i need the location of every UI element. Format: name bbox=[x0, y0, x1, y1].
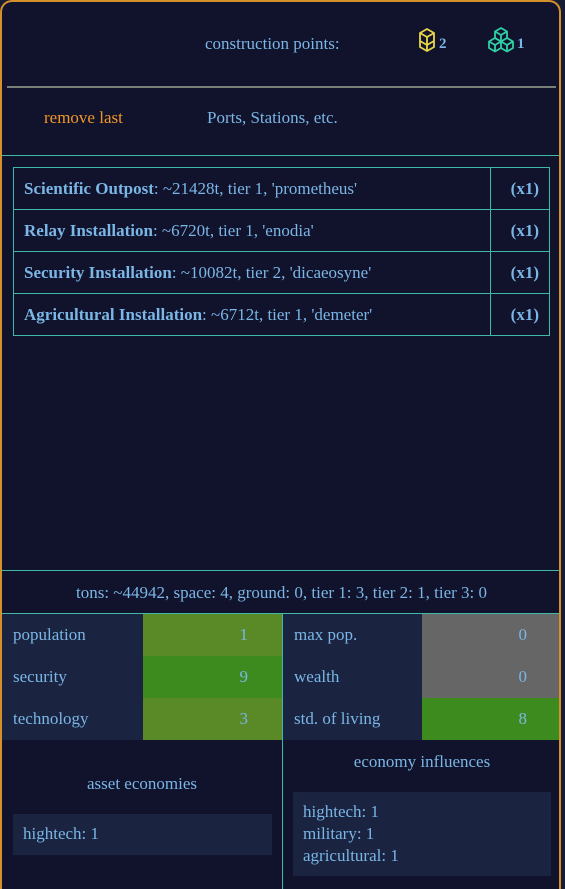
tonnage-summary: tons: ~44942, space: 4, ground: 0, tier … bbox=[2, 572, 559, 614]
stats-grid: population 1 security 9 technology 3 max… bbox=[2, 614, 559, 740]
category-ports-stations-tab[interactable]: Ports, Stations, etc. bbox=[207, 108, 338, 128]
build-row[interactable]: Agricultural Installation: ~6712t, tier … bbox=[13, 293, 550, 336]
list-item: military: 1 bbox=[303, 824, 375, 843]
build-row[interactable]: Relay Installation: ~6720t, tier 1, 'eno… bbox=[13, 209, 550, 252]
build-name: Scientific Outpost bbox=[24, 178, 154, 198]
list-item: agricultural: 1 bbox=[303, 846, 399, 865]
stat-value-technology: 3 bbox=[143, 698, 282, 740]
remove-last-button[interactable]: remove last bbox=[44, 108, 123, 128]
construction-points-label: construction points: bbox=[205, 34, 340, 53]
stat-value-security: 9 bbox=[143, 656, 282, 698]
header: construction points: 2 1 bbox=[2, 2, 559, 88]
list-item: hightech: 1 bbox=[23, 824, 100, 843]
build-detail: : ~10082t, tier 2, 'dicaeosyne' bbox=[171, 262, 372, 282]
build-list-table: Scientific Outpost: ~21428t, tier 1, 'pr… bbox=[13, 167, 550, 336]
economy-influences-title: economy influences bbox=[353, 752, 491, 771]
build-quantity: (x1) bbox=[490, 209, 550, 252]
build-row[interactable]: Scientific Outpost: ~21428t, tier 1, 'pr… bbox=[13, 167, 550, 210]
stat-value-population: 1 bbox=[143, 614, 282, 656]
asset-economies-title: asset economies bbox=[87, 774, 197, 793]
build-row[interactable]: Security Installation: ~10082t, tier 2, … bbox=[13, 251, 550, 294]
stat-label-technology: technology bbox=[2, 698, 143, 740]
list-item: hightech: 1 bbox=[303, 802, 380, 821]
economy-influences-list: hightech: 1 military: 1 agricultural: 1 bbox=[293, 792, 551, 876]
build-detail: : ~6712t, tier 1, 'demeter' bbox=[202, 304, 373, 324]
stat-label-max-pop: max pop. bbox=[283, 614, 422, 656]
multi-cube-count: 1 bbox=[517, 36, 525, 52]
asset-economies-list: hightech: 1 bbox=[13, 814, 272, 855]
build-row-description: Security Installation: ~10082t, tier 2, … bbox=[13, 251, 491, 294]
build-name: Security Installation bbox=[24, 262, 172, 282]
build-name: Relay Installation bbox=[24, 220, 153, 240]
build-quantity: (x1) bbox=[490, 167, 550, 210]
stat-value-max-pop: 0 bbox=[422, 614, 559, 656]
toolbar: remove last Ports, Stations, etc. bbox=[2, 88, 559, 156]
build-detail: : ~21428t, tier 1, 'prometheus' bbox=[153, 178, 358, 198]
build-row-description: Agricultural Installation: ~6712t, tier … bbox=[13, 293, 491, 336]
stat-value-wealth: 0 bbox=[422, 656, 559, 698]
build-detail: : ~6720t, tier 1, 'enodia' bbox=[152, 220, 314, 240]
stat-label-security: security bbox=[2, 656, 143, 698]
multi-cube-icon bbox=[487, 27, 514, 53]
build-row-description: Relay Installation: ~6720t, tier 1, 'eno… bbox=[13, 209, 491, 252]
build-quantity: (x1) bbox=[490, 293, 550, 336]
build-row-description: Scientific Outpost: ~21428t, tier 1, 'pr… bbox=[13, 167, 491, 210]
stat-label-wealth: wealth bbox=[283, 656, 422, 698]
stat-label-population: population bbox=[2, 614, 143, 656]
build-list-area: Scientific Outpost: ~21428t, tier 1, 'pr… bbox=[2, 155, 559, 571]
economy-panels: asset economies hightech: 1 economy infl… bbox=[2, 740, 559, 889]
build-name: Agricultural Installation bbox=[24, 304, 203, 324]
stat-value-std-of-living: 8 bbox=[422, 698, 559, 740]
build-quantity: (x1) bbox=[490, 251, 550, 294]
single-cube-count: 2 bbox=[439, 36, 447, 52]
stat-label-std-of-living: std. of living bbox=[283, 698, 422, 740]
construction-panel: construction points: 2 1 remove last Por… bbox=[0, 0, 561, 889]
